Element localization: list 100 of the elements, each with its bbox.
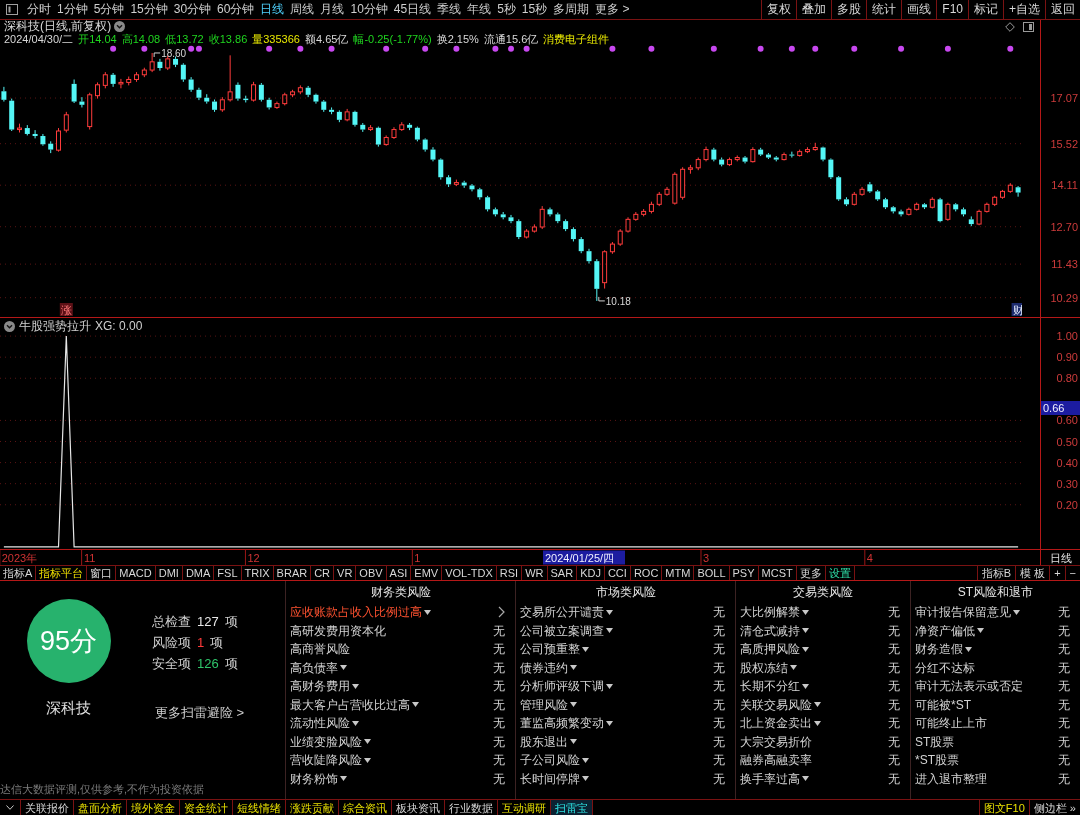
caret-down-icon[interactable] <box>790 665 797 671</box>
period-tab[interactable]: 季线 <box>434 0 465 19</box>
indicator-tab[interactable]: EMV <box>411 566 443 580</box>
caret-down-icon[interactable] <box>364 739 371 745</box>
period-tab[interactable]: 年线 <box>464 0 495 19</box>
risk-item-dropdown[interactable]: 分析师评级下调 <box>520 679 613 694</box>
risk-item-dropdown[interactable]: 董监高频繁变动 <box>520 716 613 731</box>
indicator-tab[interactable]: DMA <box>182 566 215 580</box>
bottom-tab[interactable]: 侧边栏 » <box>1028 800 1080 815</box>
risk-item-dropdown[interactable]: 公司预重整 <box>520 642 589 657</box>
period-tab[interactable]: 10分钟 <box>347 0 391 19</box>
period-tab[interactable]: 1分钟 <box>54 0 91 19</box>
indicator-tab[interactable]: RSI <box>496 566 523 580</box>
caret-down-icon[interactable] <box>352 720 359 726</box>
indicator-tab[interactable]: DMI <box>155 566 183 580</box>
indicator-tab[interactable]: WR <box>522 566 548 580</box>
dropdown-circle-icon[interactable] <box>4 320 15 332</box>
period-tab[interactable]: 分时 <box>24 0 54 19</box>
caret-down-icon[interactable] <box>802 628 809 634</box>
more-risk-link[interactable]: 更多扫雷避险 > <box>152 705 245 720</box>
risk-item-dropdown[interactable]: 财务粉饰 <box>290 771 347 786</box>
toolbar-button[interactable]: 复权 <box>761 0 797 19</box>
toolbar-button[interactable]: 画线 <box>901 0 937 19</box>
indicator-tab[interactable]: FSL <box>214 566 242 580</box>
indicator-tab[interactable]: VR <box>334 566 357 580</box>
indicator-tab[interactable]: BOLL <box>694 566 730 580</box>
risk-item-dropdown[interactable]: 业绩变脸风险 <box>290 734 371 749</box>
caret-down-icon[interactable] <box>364 757 371 763</box>
risk-item-dropdown[interactable]: 高质押风险 <box>740 642 809 657</box>
panel-toggle-icon[interactable] <box>6 4 18 15</box>
caret-down-icon[interactable] <box>412 702 419 708</box>
period-tab[interactable]: 月线 <box>317 0 348 19</box>
risk-item-dropdown[interactable]: 营收陡降风险 <box>290 753 371 768</box>
indicator-tab[interactable]: KDJ <box>577 566 605 580</box>
caret-down-icon[interactable] <box>570 739 577 745</box>
indicator-tab[interactable]: BRAR <box>273 566 312 580</box>
risk-item-dropdown[interactable]: 公司被立案调查 <box>520 623 613 638</box>
caret-down-icon[interactable] <box>340 665 347 671</box>
bottom-tab[interactable]: 综合资讯 <box>338 800 391 815</box>
caret-down-icon[interactable] <box>606 628 613 634</box>
indicator-tab[interactable]: TRIX <box>241 566 274 580</box>
indicator-tab[interactable]: MTM <box>662 566 695 580</box>
period-tab[interactable]: 5秒 <box>494 0 519 19</box>
bottom-tab[interactable]: 板块资讯 <box>391 800 444 815</box>
period-tab[interactable]: 5分钟 <box>90 0 128 19</box>
indicator-tab[interactable]: 窗口 <box>87 566 117 580</box>
period-tab[interactable]: 更多 > <box>592 0 633 19</box>
indicator-tab[interactable]: + <box>1049 566 1065 580</box>
risk-item-dropdown[interactable]: 子公司风险 <box>520 753 589 768</box>
risk-item-dropdown[interactable]: 大比例解禁 <box>740 605 809 620</box>
indicator-tab[interactable]: 更多 <box>796 566 826 580</box>
period-tab[interactable]: 15秒 <box>518 0 551 19</box>
caret-down-icon[interactable] <box>582 776 589 782</box>
risk-item-dropdown[interactable]: 北上资金卖出 <box>740 716 821 731</box>
caret-down-icon[interactable] <box>582 646 589 652</box>
bottom-tab[interactable]: 行业数据 <box>444 800 497 815</box>
caret-down-icon[interactable] <box>814 720 821 726</box>
caret-down-icon[interactable] <box>814 702 821 708</box>
period-tab[interactable]: 30分钟 <box>170 0 215 19</box>
toolbar-button[interactable]: 统计 <box>866 0 902 19</box>
bottom-tab[interactable]: 境外资金 <box>126 800 179 815</box>
caret-down-icon[interactable] <box>424 609 431 615</box>
caret-down-icon[interactable] <box>606 720 613 726</box>
toolbar-button[interactable]: 多股 <box>831 0 867 19</box>
period-tab[interactable]: 15分钟 <box>127 0 171 19</box>
caret-down-icon[interactable] <box>582 757 589 763</box>
risk-item-dropdown[interactable]: 股权冻结 <box>740 660 797 675</box>
period-tab[interactable]: 60分钟 <box>214 0 258 19</box>
risk-item-dropdown[interactable]: 股东退出 <box>520 734 577 749</box>
toolbar-button[interactable]: F10 <box>936 0 968 19</box>
dropdown-circle-icon[interactable] <box>114 21 126 32</box>
period-tab[interactable]: 多周期 <box>550 0 593 19</box>
risk-item-dropdown[interactable]: 净资产偏低 <box>915 623 984 638</box>
caret-down-icon[interactable] <box>977 628 984 634</box>
indicator-tab[interactable]: ROC <box>630 566 663 580</box>
panel-icon[interactable] <box>1023 21 1034 32</box>
risk-item-dropdown[interactable]: 清仓式减持 <box>740 623 809 638</box>
caret-down-icon[interactable] <box>340 776 347 782</box>
period-tab[interactable]: 45日线 <box>390 0 435 19</box>
event-badge[interactable]: 涨 <box>59 303 73 316</box>
risk-item-dropdown[interactable]: 交易所公开谴责 <box>520 605 613 620</box>
risk-item-dropdown[interactable]: 长期不分红 <box>740 679 809 694</box>
bottom-tab[interactable]: 资金统计 <box>179 800 232 815</box>
indicator-tab[interactable]: 设置 <box>825 566 855 580</box>
caret-down-icon[interactable] <box>802 776 809 782</box>
indicator-tab[interactable]: CR <box>311 566 335 580</box>
indicator-tab[interactable]: ASI <box>386 566 412 580</box>
risk-item-dropdown[interactable]: 高财务费用 <box>290 679 359 694</box>
risk-item-dropdown[interactable]: 管理风险 <box>520 697 577 712</box>
indicator-tab[interactable]: PSY <box>729 566 759 580</box>
bottom-tab[interactable]: 图文F10 <box>978 800 1029 815</box>
bottom-tab[interactable]: 短线情绪 <box>232 800 285 815</box>
toolbar-button[interactable]: +自选 <box>1003 0 1045 19</box>
toolbar-button[interactable]: 叠加 <box>796 0 832 19</box>
caret-down-icon[interactable] <box>6 805 14 810</box>
risk-item-dropdown[interactable]: 关联交易风险 <box>740 697 821 712</box>
caret-down-icon[interactable] <box>965 646 972 652</box>
indicator-tab[interactable]: OBV <box>356 566 387 580</box>
period-tab[interactable]: 周线 <box>287 0 318 19</box>
toolbar-button[interactable]: 标记 <box>968 0 1003 19</box>
